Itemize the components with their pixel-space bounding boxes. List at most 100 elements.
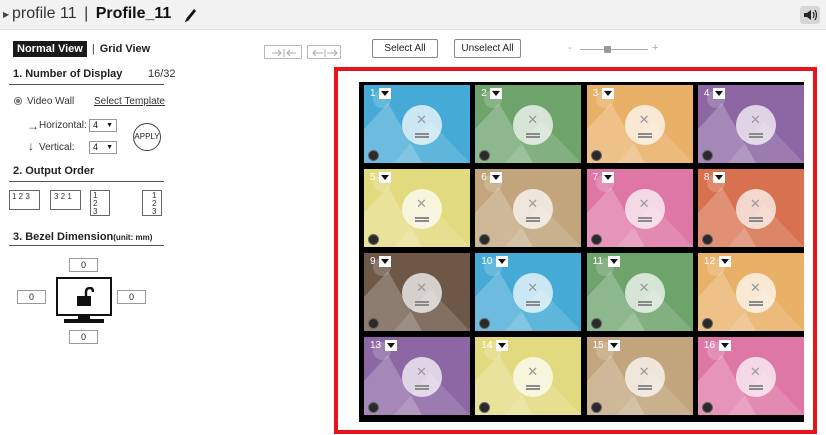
display-cell-4[interactable]: 4 ✕ [697, 85, 804, 163]
display-preview: ✕ [402, 273, 442, 313]
bezel-unit: (unit: mm) [113, 233, 153, 242]
output-order-ttb-right[interactable]: 1 2 3 [142, 190, 162, 216]
speaker-icon[interactable] [800, 6, 820, 24]
display-cell-7[interactable]: 7 ✕ [586, 169, 693, 247]
pencil-icon[interactable] [183, 4, 199, 24]
tab-separator: | [91, 43, 95, 55]
expand-icon: ✕ [527, 196, 539, 211]
video-wall-grid: 1 ✕ 2 ✕ 3 ✕ 4 ✕ 5 ✕ 6 ✕ 7 ✕ 8 ✕ 9 ✕ 10 ✕ 11 ✕ 12 ✕ 13 ✕ 14 ✕ 15 ✕ 16 ✕ [359, 82, 804, 422]
display-menu-dropdown-icon[interactable] [379, 88, 391, 99]
display-status-icon [368, 234, 379, 245]
display-status-icon [368, 402, 379, 413]
equals-icon [526, 133, 541, 138]
bezel-left-input[interactable]: 0 [17, 290, 46, 304]
display-cell-5[interactable]: 5 ✕ [364, 169, 470, 247]
display-cell-11[interactable]: 11 ✕ [586, 253, 693, 331]
display-cell-6[interactable]: 6 ✕ [475, 169, 582, 247]
select-template-link[interactable]: Select Template [94, 96, 165, 107]
display-cell-12[interactable]: 12 ✕ [697, 253, 804, 331]
expand-icon: ✕ [416, 280, 427, 295]
vertical-select[interactable]: 4 ▼ [89, 141, 117, 154]
bezel-bottom-input[interactable]: 0 [69, 330, 98, 344]
display-count: 16/32 [148, 68, 176, 80]
expand-icon: ✕ [749, 112, 761, 127]
output-order-ttb[interactable]: 1 2 3 [90, 190, 110, 216]
display-menu-dropdown-icon[interactable] [601, 172, 614, 183]
equals-icon [637, 217, 652, 222]
view-tabs: Normal View | Grid View [13, 41, 150, 57]
equals-icon [748, 385, 763, 390]
tab-normal-view[interactable]: Normal View [13, 41, 87, 57]
equals-icon [637, 385, 652, 390]
display-menu-dropdown-icon[interactable] [379, 172, 391, 183]
zoom-slider-thumb[interactable] [604, 46, 612, 53]
display-menu-dropdown-icon[interactable] [712, 172, 725, 183]
display-menu-dropdown-icon[interactable] [601, 88, 614, 99]
display-cell-15[interactable]: 15 ✕ [586, 337, 693, 415]
chevron-down-icon: ▼ [106, 144, 113, 151]
display-number: 13 [370, 340, 382, 351]
display-status-icon [701, 150, 713, 161]
divider [9, 245, 164, 246]
display-cell-16[interactable]: 16 ✕ [697, 337, 804, 415]
equals-icon [415, 301, 429, 306]
unlock-icon[interactable] [74, 287, 94, 307]
display-cell-8[interactable]: 8 ✕ [697, 169, 804, 247]
display-cell-3[interactable]: 3 ✕ [586, 85, 693, 163]
display-preview: ✕ [624, 105, 665, 145]
display-cell-14[interactable]: 14 ✕ [475, 337, 582, 415]
display-number: 4 [703, 88, 710, 99]
divider [9, 84, 164, 85]
display-menu-dropdown-icon[interactable] [496, 256, 509, 267]
bezel-right-input[interactable]: 0 [117, 290, 146, 304]
split-icon[interactable] [307, 45, 341, 59]
display-cell-1[interactable]: 1 ✕ [364, 85, 470, 163]
output-order-rtl[interactable]: 3 2 1 [50, 190, 81, 210]
bezel-top-input[interactable]: 0 [69, 258, 98, 272]
output-order-ltr[interactable]: 1 2 3 [9, 190, 40, 210]
expand-icon: ✕ [527, 364, 539, 379]
display-menu-dropdown-icon[interactable] [379, 256, 391, 267]
equals-icon [526, 217, 541, 222]
display-menu-dropdown-icon[interactable] [385, 340, 397, 351]
unselect-all-button[interactable]: Unselect All [454, 39, 521, 58]
display-cell-2[interactable]: 2 ✕ [475, 85, 582, 163]
divider [9, 181, 164, 182]
triangle-right-icon[interactable]: ▶ [3, 10, 9, 19]
expand-icon: ✕ [527, 112, 539, 127]
video-wall-radio[interactable] [14, 97, 22, 105]
profile-title: profile 11 | Profile_11 [12, 5, 171, 23]
equals-icon [526, 385, 541, 390]
display-menu-dropdown-icon[interactable] [607, 256, 620, 267]
display-menu-dropdown-icon[interactable] [490, 88, 503, 99]
select-all-button[interactable]: Select All [372, 39, 438, 58]
display-number: 2 [481, 88, 487, 99]
tab-grid-view[interactable]: Grid View [100, 43, 151, 55]
expand-icon: ✕ [416, 196, 427, 211]
merge-icon[interactable] [264, 45, 302, 59]
display-cell-13[interactable]: 13 ✕ [364, 337, 470, 415]
display-preview: ✕ [735, 105, 776, 145]
display-menu-dropdown-icon[interactable] [490, 172, 503, 183]
horizontal-select[interactable]: 4 ▼ [89, 119, 117, 132]
zoom-slider-track[interactable] [580, 49, 648, 50]
apply-button[interactable]: APPLY [133, 123, 161, 151]
display-menu-dropdown-icon[interactable] [712, 88, 725, 99]
expand-icon: ✕ [749, 280, 761, 295]
display-menu-dropdown-icon[interactable] [496, 340, 509, 351]
equals-icon [526, 301, 541, 306]
display-menu-dropdown-icon[interactable] [718, 256, 731, 267]
equals-icon [748, 301, 763, 306]
display-cell-10[interactable]: 10 ✕ [475, 253, 582, 331]
equals-icon [748, 133, 763, 138]
display-number: 11 [592, 256, 603, 267]
display-status-icon [368, 318, 379, 329]
display-menu-dropdown-icon[interactable] [607, 340, 620, 351]
equals-icon [748, 217, 763, 222]
zoom-out-button[interactable]: - [568, 42, 572, 54]
zoom-in-button[interactable]: + [652, 42, 658, 54]
display-cell-9[interactable]: 9 ✕ [364, 253, 470, 331]
display-preview: ✕ [735, 189, 776, 229]
display-menu-dropdown-icon[interactable] [718, 340, 731, 351]
horizontal-value: 4 [93, 120, 99, 130]
